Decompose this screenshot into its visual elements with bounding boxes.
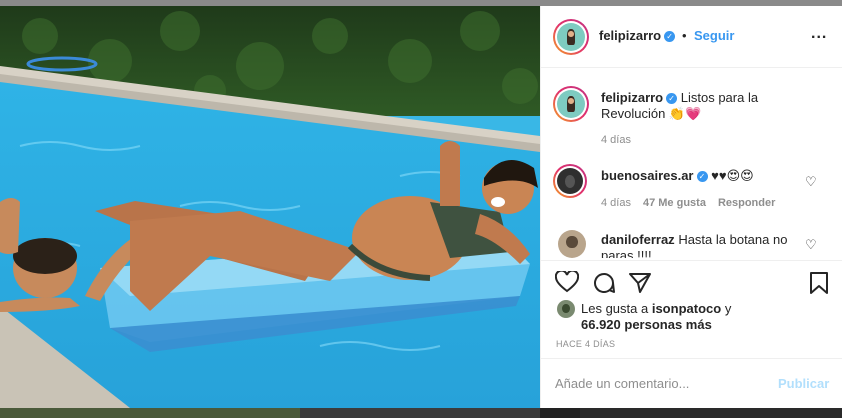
verified-badge-icon: ✓ [666, 93, 678, 105]
comment-like-heart-icon[interactable]: ♡ [805, 237, 817, 253]
comment-username[interactable]: daniloferraz [601, 232, 675, 247]
comment-input[interactable] [555, 373, 765, 393]
comment-reply-button[interactable]: Responder [718, 197, 775, 209]
post-header: felipizarro ✓ • Seguir ... [541, 6, 842, 68]
post-caption: felipizarro ✓ Listos para la Revolución 👏… [601, 90, 791, 122]
comment-time[interactable]: 4 días [601, 197, 631, 209]
comment-text: ♥♥😍😍 [711, 168, 754, 183]
more-options-icon[interactable]: ... [811, 25, 827, 43]
comment-avatar[interactable] [558, 230, 586, 258]
comment-username[interactable]: buenosaires.ar [601, 168, 694, 183]
post-timestamp[interactable]: HACE 4 DÍAS [556, 339, 615, 349]
comment-meta: 4 días 47 Me gusta Responder [601, 197, 775, 209]
comment-box: Publicar [541, 358, 842, 408]
heart-icon[interactable] [555, 271, 579, 293]
publish-button[interactable]: Publicar [778, 376, 829, 391]
verified-badge-icon: ✓ [696, 171, 708, 183]
comment-like-heart-icon[interactable]: ♡ [805, 174, 817, 190]
caption-username[interactable]: felipizarro [601, 90, 663, 105]
bottom-background-strip [0, 408, 842, 418]
caption-author-avatar[interactable] [553, 86, 589, 122]
author-username-row[interactable]: felipizarro ✓ [599, 28, 676, 43]
comment-likes-count[interactable]: 47 Me gusta [643, 197, 706, 209]
likes-prefix: Les gusta a [581, 301, 649, 316]
follow-button[interactable]: Seguir [694, 28, 734, 43]
author-avatar-image [557, 23, 585, 51]
caption-timestamp[interactable]: 4 días [601, 134, 631, 146]
post-photo-illustration [0, 6, 540, 408]
likes-summary: Les gusta a isonpatoco y [581, 301, 731, 316]
author-avatar[interactable] [553, 19, 589, 55]
likes-connector: y [724, 301, 732, 316]
post-photo[interactable] [0, 6, 540, 408]
caption-author-avatar-image [557, 90, 585, 118]
liker-username[interactable]: isonpatoco [652, 301, 721, 316]
separator-dot: • [682, 28, 687, 43]
comment-avatar[interactable] [553, 164, 587, 198]
bookmark-icon[interactable] [809, 271, 829, 295]
share-icon[interactable] [628, 271, 652, 295]
comment-item: daniloferraz Hasta la botana no paras !!… [601, 232, 796, 258]
verified-badge-icon: ✓ [664, 31, 676, 43]
comment-icon[interactable] [592, 271, 616, 295]
comment-item: buenosaires.ar ✓ ♥♥😍😍 [601, 168, 754, 184]
post-side-panel: felipizarro ✓ • Seguir ... felipizarro ✓ L… [540, 6, 842, 408]
post-action-bar [541, 260, 842, 300]
liker-avatar[interactable] [557, 300, 575, 318]
likes-count[interactable]: 66.920 personas más [581, 317, 712, 332]
author-username[interactable]: felipizarro [599, 28, 661, 43]
